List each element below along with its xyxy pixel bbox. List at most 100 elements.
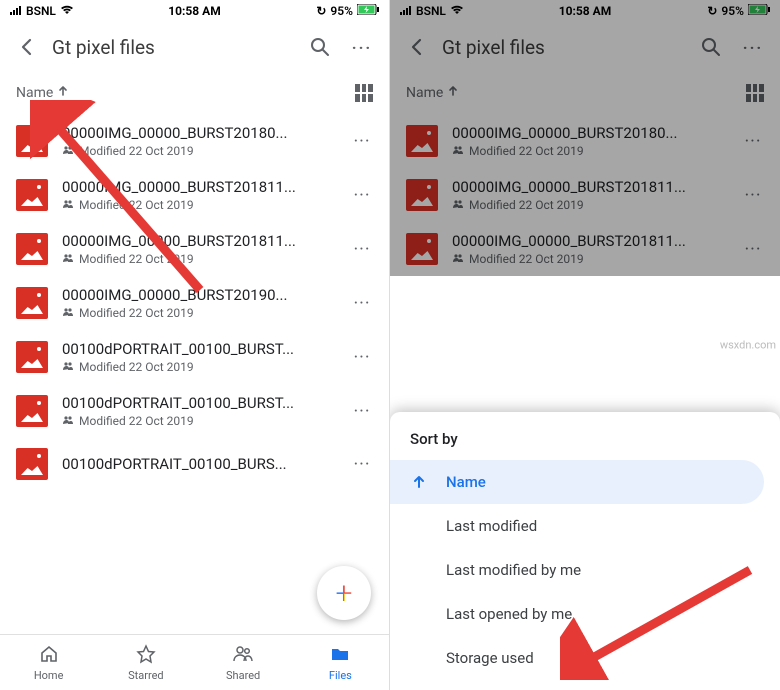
- file-name: 00100dPORTRAIT_00100_BURST...: [62, 394, 333, 412]
- file-more-button[interactable]: ···: [347, 185, 377, 206]
- sort-label: Name: [16, 85, 53, 101]
- file-row[interactable]: 00000IMG_00000_BURST20180... Modified 22…: [390, 114, 780, 168]
- file-row[interactable]: 00000IMG_00000_BURST201811... Modified 2…: [0, 222, 389, 276]
- fab-add-button[interactable]: +: [317, 566, 371, 620]
- search-button[interactable]: [303, 30, 337, 64]
- view-grid-button[interactable]: [746, 84, 764, 102]
- status-bar: BSNL 10:58 AM ↻ 95%: [390, 0, 780, 22]
- image-thumb-icon: [16, 179, 48, 211]
- shared-badge-icon: [452, 199, 464, 212]
- sort-sheet: Sort by Name Last modified Last modified…: [390, 412, 780, 690]
- carrier-label: BSNL: [26, 4, 56, 18]
- file-row[interactable]: 00100dPORTRAIT_00100_BURST... Modified 2…: [0, 384, 389, 438]
- battery-label: 95%: [721, 4, 744, 18]
- folder-icon: [330, 644, 350, 668]
- clock-label: 10:58 AM: [559, 4, 611, 18]
- image-thumb-icon: [16, 341, 48, 373]
- view-grid-button[interactable]: [355, 84, 373, 102]
- file-more-button[interactable]: ···: [347, 401, 377, 422]
- image-thumb-icon: [406, 179, 438, 211]
- shared-badge-icon: [452, 253, 464, 266]
- back-button[interactable]: [10, 30, 44, 64]
- file-row[interactable]: 00100dPORTRAIT_00100_BURST... Modified 2…: [0, 330, 389, 384]
- sort-option-last-modified[interactable]: Last modified: [390, 504, 780, 548]
- file-meta: Modified 22 Oct 2019: [62, 306, 333, 320]
- image-thumb-icon: [16, 125, 48, 157]
- file-row[interactable]: 00100dPORTRAIT_00100_BURS... ···: [0, 438, 389, 490]
- rotation-lock-icon: ↻: [316, 4, 326, 18]
- file-row[interactable]: 00000IMG_00000_BURST201811... Modified 2…: [390, 168, 780, 222]
- file-name: 00000IMG_00000_BURST201811...: [62, 232, 333, 250]
- shared-badge-icon: [62, 307, 74, 320]
- file-meta: Modified 22 Oct 2019: [62, 414, 333, 428]
- overflow-button[interactable]: ···: [345, 30, 379, 64]
- shared-badge-icon: [62, 145, 74, 158]
- battery-icon: [357, 4, 379, 18]
- sort-arrow-up-icon: [57, 85, 69, 101]
- file-more-button[interactable]: ···: [347, 293, 377, 314]
- sort-label: Name: [406, 85, 443, 101]
- file-more-button[interactable]: ···: [347, 239, 377, 260]
- home-icon: [39, 644, 59, 668]
- file-more-button[interactable]: ···: [738, 185, 768, 206]
- sort-option-last-modified-by-me[interactable]: Last modified by me: [390, 548, 780, 592]
- file-more-button[interactable]: ···: [738, 239, 768, 260]
- shared-badge-icon: [62, 415, 74, 428]
- sheet-title: Sort by: [390, 430, 780, 460]
- file-row[interactable]: 00000IMG_00000_BURST20180... Modified 22…: [0, 114, 389, 168]
- back-button[interactable]: [400, 30, 434, 64]
- page-title: Gt pixel files: [52, 36, 295, 59]
- battery-label: 95%: [330, 4, 353, 18]
- watermark: wsxdn.com: [720, 339, 776, 352]
- file-name: 00000IMG_00000_BURST20180...: [452, 124, 724, 142]
- nav-files[interactable]: Files: [292, 635, 389, 690]
- battery-icon: [748, 4, 770, 18]
- file-name: 00100dPORTRAIT_00100_BURS...: [62, 455, 333, 473]
- star-icon: [136, 644, 156, 668]
- file-more-button[interactable]: ···: [347, 347, 377, 368]
- search-button[interactable]: [694, 30, 728, 64]
- file-name: 00000IMG_00000_BURST201811...: [452, 232, 724, 250]
- file-more-button[interactable]: ···: [347, 454, 377, 475]
- file-meta: Modified 22 Oct 2019: [452, 144, 724, 158]
- wifi-icon: [60, 4, 74, 18]
- file-name: 00000IMG_00000_BURST201811...: [452, 178, 724, 196]
- file-meta: Modified 22 Oct 2019: [62, 252, 333, 266]
- sort-option-name[interactable]: Name: [390, 460, 764, 504]
- file-name: 00100dPORTRAIT_00100_BURST...: [62, 340, 333, 358]
- file-meta: Modified 22 Oct 2019: [62, 198, 333, 212]
- signal-icon: [10, 4, 22, 18]
- image-thumb-icon: [406, 125, 438, 157]
- image-thumb-icon: [16, 287, 48, 319]
- bottom-nav: Home Starred Shared Files: [0, 634, 389, 690]
- sort-row[interactable]: Name: [390, 72, 780, 114]
- nav-shared[interactable]: Shared: [195, 635, 292, 690]
- file-meta: Modified 22 Oct 2019: [62, 144, 333, 158]
- shared-badge-icon: [62, 199, 74, 212]
- page-title: Gt pixel files: [442, 36, 686, 59]
- file-list-right: 00000IMG_00000_BURST20180... Modified 22…: [390, 114, 780, 276]
- nav-starred[interactable]: Starred: [97, 635, 194, 690]
- wifi-icon: [450, 4, 464, 18]
- sort-arrow-up-icon: [447, 85, 459, 101]
- overflow-button[interactable]: ···: [736, 30, 770, 64]
- shared-badge-icon: [62, 361, 74, 374]
- file-row[interactable]: 00000IMG_00000_BURST201811... Modified 2…: [0, 168, 389, 222]
- status-bar: BSNL 10:58 AM ↻ 95%: [0, 0, 389, 22]
- arrow-up-icon: [410, 475, 428, 489]
- file-row[interactable]: 00000IMG_00000_BURST201811... Modified 2…: [390, 222, 780, 276]
- carrier-label: BSNL: [416, 4, 446, 18]
- sort-option-last-opened-by-me[interactable]: Last opened by me: [390, 592, 780, 636]
- shared-badge-icon: [62, 253, 74, 266]
- file-more-button[interactable]: ···: [347, 131, 377, 152]
- nav-home[interactable]: Home: [0, 635, 97, 690]
- sort-row[interactable]: Name: [0, 72, 389, 114]
- file-meta: Modified 22 Oct 2019: [452, 198, 724, 212]
- rotation-lock-icon: ↻: [707, 4, 717, 18]
- screen-left: BSNL 10:58 AM ↻ 95% Gt pixel files: [0, 0, 390, 690]
- file-more-button[interactable]: ···: [738, 131, 768, 152]
- shared-badge-icon: [452, 145, 464, 158]
- file-row[interactable]: 00000IMG_00000_BURST20190... Modified 22…: [0, 276, 389, 330]
- sort-option-storage-used[interactable]: Storage used: [390, 636, 780, 680]
- file-list: 00000IMG_00000_BURST20180... Modified 22…: [0, 114, 389, 490]
